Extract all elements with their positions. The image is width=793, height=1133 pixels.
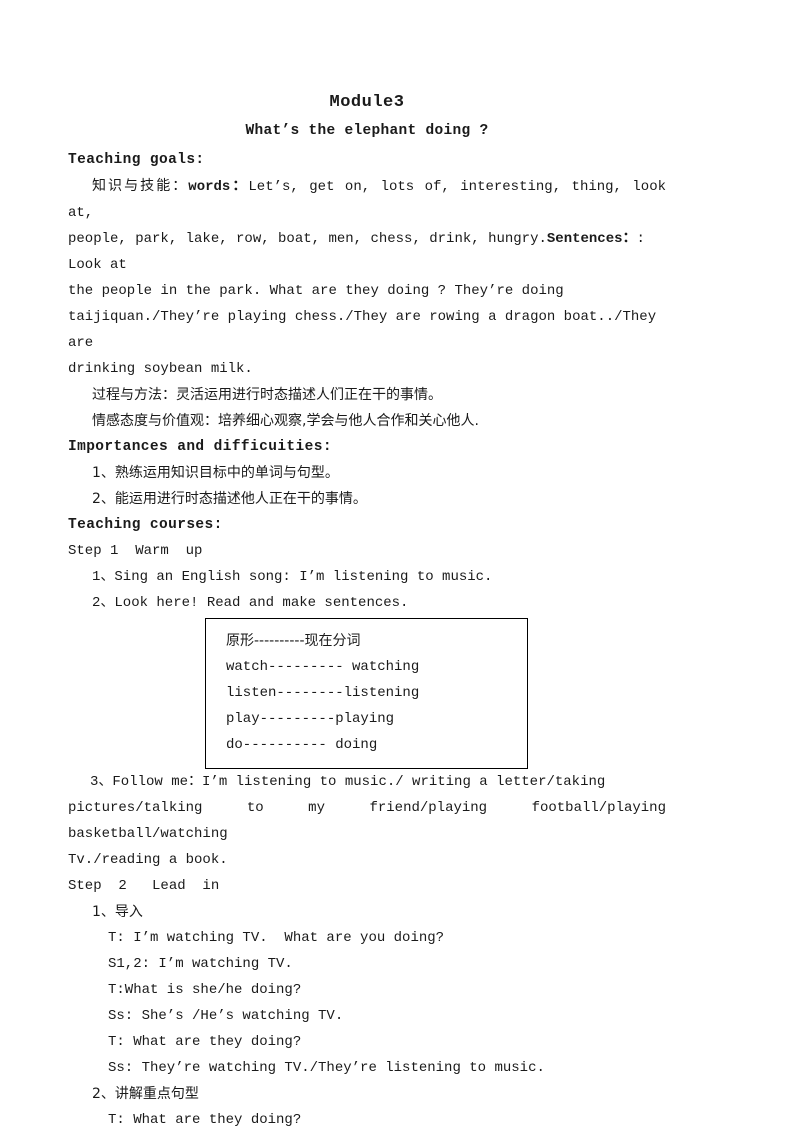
goals-words-line2-paragraph: people, park, lake, row, boat, men, ches… — [68, 226, 666, 278]
label-words: words： — [188, 179, 249, 195]
sentences-line3: taijiquan./They’re playing chess./They a… — [68, 309, 657, 351]
goals-process-method: 过程与方法：灵活运用进行时态描述人们正在干的事情。 — [92, 387, 442, 403]
importance-item-2: 2、能运用进行时态描述他人正在干的事情。 — [92, 491, 367, 507]
step-2-item-2: 2、讲解重点句型 — [92, 1086, 199, 1102]
heading-teaching-courses: Teaching courses: — [68, 517, 223, 533]
goals-knowledge-paragraph: 知识与技能：words：Let’s, get on, lots of, inte… — [68, 173, 666, 226]
follow-me-line-3: Tv./reading a book. — [68, 852, 228, 868]
verb-box-row-do: do---------- doing — [226, 737, 378, 753]
heading-importances-difficulties: Importances and difficuities: — [68, 439, 332, 455]
step-1-item-1: 1、Sing an English song: I’m listening to… — [92, 569, 493, 585]
words-list-line2: people, park, lake, row, boat, men, ches… — [68, 231, 547, 247]
verb-box-row-listen: listen--------listening — [226, 685, 420, 701]
follow-me-line-2: pictures/talking to my friend/playing fo… — [68, 800, 666, 842]
page-title: Module3 — [329, 93, 405, 112]
dialogue-line-ss2: Ss: They’re watching TV./They’re listeni… — [108, 1060, 545, 1076]
verb-forms-box: 原形----------现在分词 watch--------- watching… — [205, 618, 528, 769]
dialogue-line-s12: S1,2: I’m watching TV. — [108, 956, 293, 972]
dialogue-line-t3: T: What are they doing? — [108, 1034, 302, 1050]
goals-attitude-values: 情感态度与价值观：培养细心观察,学会与他人合作和关心他人. — [92, 413, 479, 429]
step-2-item-1: 1、导入 — [92, 904, 143, 920]
verb-box-row-play: play---------playing — [226, 711, 395, 727]
sentences-line2: the people in the park. What are they do… — [68, 283, 564, 299]
dialogue-line-t1: T: I’m watching TV. What are you doing? — [108, 930, 445, 946]
label-sentences: Sentences： — [546, 231, 637, 247]
page-subtitle: What’s the elephant doing ? — [245, 123, 489, 139]
dialogue-line-ss1: Ss: She’s /He’s watching TV. — [108, 1008, 344, 1024]
sentences-line4: drinking soybean milk. — [68, 361, 253, 377]
sentences-extra-colon: : — [636, 231, 645, 247]
step-1-heading: Step 1 Warm up — [68, 543, 203, 559]
follow-me-line-1: 3、Follow me：I’m listening to music./ wri… — [90, 774, 606, 790]
label-knowledge-skills: 知识与技能： — [92, 178, 189, 194]
dialogue-line-t2: T:What is she/he doing? — [108, 982, 302, 998]
document-body: Module3 What’s the elephant doing ? Teac… — [68, 90, 666, 1133]
importance-item-1: 1、熟练运用知识目标中的单词与句型。 — [92, 465, 339, 481]
step-2-heading: Step 2 Lead in — [68, 878, 220, 894]
verb-box-row-header: 原形----------现在分词 — [226, 633, 361, 649]
sentences-line1: Look at — [68, 257, 127, 273]
verb-box-row-watch: watch--------- watching — [226, 659, 420, 675]
document-page: Module3 What’s the elephant doing ? Teac… — [0, 0, 793, 1128]
step-1-item-2: 2、Look here! Read and make sentences. — [92, 595, 409, 611]
dialogue-line-t4: T: What are they doing? — [108, 1112, 302, 1128]
heading-teaching-goals: Teaching goals: — [68, 152, 205, 168]
